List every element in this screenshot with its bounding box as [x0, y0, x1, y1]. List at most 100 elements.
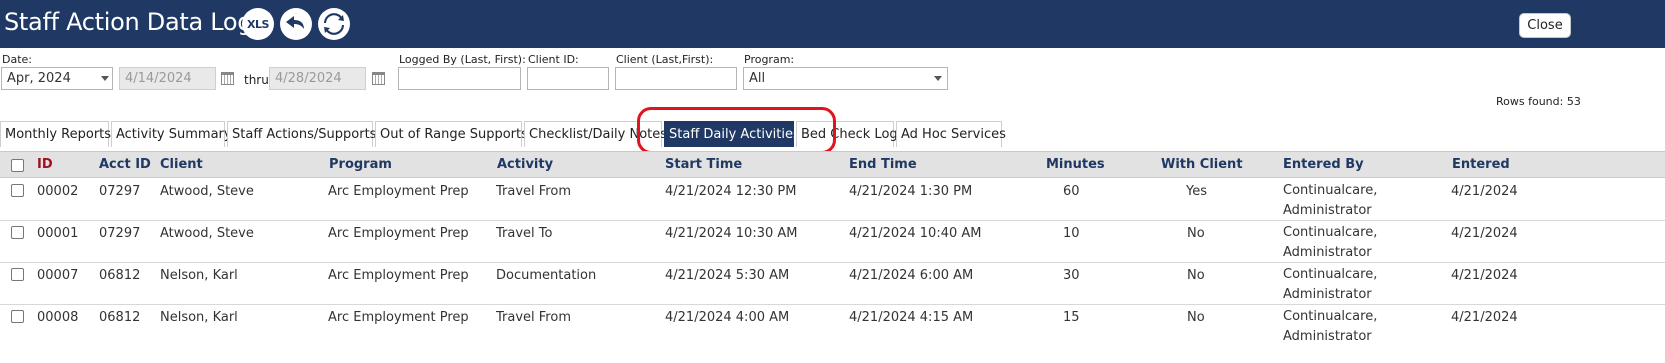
row-checkbox[interactable] — [11, 184, 24, 197]
tab-staff-actions-supports[interactable]: Staff Actions/Supports — [227, 121, 376, 147]
cell-entered-by: Continualcare, Administrator — [1283, 309, 1378, 344]
cell-entered-by: Continualcare, Administrator — [1283, 267, 1378, 302]
tab-out-of-range-supports[interactable]: Out of Range Supports — [375, 121, 528, 147]
cell-entered: 4/21/2024 — [1451, 226, 1518, 241]
cell-program: Arc Employment Prep — [328, 226, 469, 241]
cell-start-time: 4/21/2024 12:30 PM — [665, 184, 797, 199]
cell-start-time: 4/21/2024 5:30 AM — [665, 268, 790, 283]
cell-start-time: 4/21/2024 4:00 AM — [665, 310, 790, 325]
xls-export-button[interactable]: XLS — [242, 8, 274, 40]
tab-bed-check-log[interactable]: Bed Check Log — [796, 121, 898, 147]
client-name-label: Client (Last,First): — [616, 53, 714, 66]
cell-end-time: 4/21/2024 6:00 AM — [849, 268, 974, 283]
cell-end-time: 4/21/2024 1:30 PM — [849, 184, 973, 199]
table-row[interactable]: 00007 06812 Nelson, Karl Arc Employment … — [0, 263, 1665, 305]
cell-start-time: 4/21/2024 10:30 AM — [665, 226, 798, 241]
table-row[interactable]: 00001 07297 Atwood, Steve Arc Employment… — [0, 221, 1665, 263]
cell-client: Atwood, Steve — [160, 226, 254, 241]
cell-id: 00001 — [37, 226, 79, 241]
column-header-id[interactable]: ID — [37, 157, 53, 172]
table-row[interactable]: 00002 07297 Atwood, Steve Arc Employment… — [0, 179, 1665, 221]
cell-activity: Travel To — [496, 226, 553, 241]
client-id-label: Client ID: — [528, 53, 579, 66]
cell-activity: Travel From — [496, 310, 571, 325]
logged-by-label: Logged By (Last, First): — [399, 53, 526, 66]
cell-entered: 4/21/2024 — [1451, 268, 1518, 283]
tab-checklist-daily-notes[interactable]: Checklist/Daily Notes — [524, 121, 667, 147]
cell-with-client: No — [1187, 268, 1205, 283]
tab-ad-hoc-services[interactable]: Ad Hoc Services — [896, 121, 1006, 147]
tab-staff-daily-activities[interactable]: Staff Daily Activities — [664, 121, 800, 147]
column-header-client[interactable]: Client — [160, 157, 203, 172]
cell-entered-by: Continualcare, Administrator — [1283, 225, 1378, 260]
column-header-start-time[interactable]: Start Time — [665, 157, 742, 172]
cell-entered-by: Continualcare, Administrator — [1283, 183, 1378, 218]
cell-acct-id: 06812 — [99, 268, 141, 283]
refresh-button[interactable] — [318, 8, 350, 40]
date-select-value: Apr, 2024 — [7, 71, 71, 86]
rows-found-count: Rows found: 53 — [1496, 95, 1581, 108]
column-header-acct-id[interactable]: Acct ID — [99, 157, 151, 172]
chevron-down-icon — [101, 76, 109, 81]
column-header-activity[interactable]: Activity — [497, 157, 553, 172]
cell-acct-id: 07297 — [99, 184, 141, 199]
cell-acct-id: 07297 — [99, 226, 141, 241]
program-select[interactable]: All — [743, 67, 948, 90]
row-checkbox[interactable] — [11, 268, 24, 281]
to-date-field[interactable]: 4/28/2024 — [269, 67, 366, 90]
table-row[interactable]: 00008 06812 Nelson, Karl Arc Employment … — [0, 305, 1665, 347]
cell-with-client: Yes — [1186, 184, 1207, 199]
column-header-end-time[interactable]: End Time — [849, 157, 917, 172]
column-header-with-client[interactable]: With Client — [1161, 157, 1243, 172]
cell-program: Arc Employment Prep — [328, 268, 469, 283]
cell-id: 00008 — [37, 310, 79, 325]
from-date-field[interactable]: 4/14/2024 — [119, 67, 216, 90]
undo-arrow-icon — [286, 16, 304, 29]
program-select-value: All — [749, 71, 766, 86]
column-header-entered-by[interactable]: Entered By — [1283, 157, 1364, 172]
date-label: Date: — [2, 53, 32, 66]
app-header: Staff Action Data Log XLS Close — [0, 0, 1665, 48]
tab-monthly-reports[interactable]: Monthly Reports — [0, 121, 111, 147]
refresh-icon — [324, 13, 344, 35]
cell-end-time: 4/21/2024 4:15 AM — [849, 310, 974, 325]
client-name-input[interactable] — [615, 67, 737, 90]
xls-export-icon: XLS — [247, 17, 269, 31]
cell-end-time: 4/21/2024 10:40 AM — [849, 226, 982, 241]
cell-minutes: 10 — [1063, 226, 1080, 241]
chevron-down-icon — [934, 76, 942, 81]
close-button[interactable]: Close — [1519, 13, 1571, 38]
page-title: Staff Action Data Log — [4, 8, 253, 36]
date-select[interactable]: Apr, 2024 — [1, 67, 113, 90]
row-checkbox[interactable] — [11, 310, 24, 323]
column-header-entered[interactable]: Entered — [1452, 157, 1510, 172]
cell-activity: Documentation — [496, 268, 597, 283]
cell-acct-id: 06812 — [99, 310, 141, 325]
cell-program: Arc Employment Prep — [328, 310, 469, 325]
cell-entered: 4/21/2024 — [1451, 184, 1518, 199]
tab-activity-summary[interactable]: Activity Summary — [111, 121, 232, 147]
cell-client: Nelson, Karl — [160, 268, 238, 283]
calendar-icon[interactable] — [372, 72, 385, 85]
cell-minutes: 60 — [1063, 184, 1080, 199]
calendar-icon[interactable] — [221, 72, 234, 85]
client-id-input[interactable] — [527, 67, 609, 90]
cell-id: 00007 — [37, 268, 79, 283]
cell-with-client: No — [1187, 226, 1205, 241]
thru-label: thru — [244, 73, 269, 87]
cell-client: Atwood, Steve — [160, 184, 254, 199]
undo-button[interactable] — [280, 8, 312, 40]
cell-entered: 4/21/2024 — [1451, 310, 1518, 325]
cell-id: 00002 — [37, 184, 79, 199]
row-checkbox[interactable] — [11, 226, 24, 239]
select-all-checkbox[interactable] — [11, 159, 24, 172]
cell-minutes: 30 — [1063, 268, 1080, 283]
cell-activity: Travel From — [496, 184, 571, 199]
column-header-program[interactable]: Program — [329, 157, 392, 172]
table-header: ID Acct ID Client Program Activity Start… — [0, 151, 1665, 178]
logged-by-input[interactable] — [398, 67, 521, 90]
program-label: Program: — [744, 53, 795, 66]
cell-minutes: 15 — [1063, 310, 1080, 325]
column-header-minutes[interactable]: Minutes — [1046, 157, 1105, 172]
cell-client: Nelson, Karl — [160, 310, 238, 325]
